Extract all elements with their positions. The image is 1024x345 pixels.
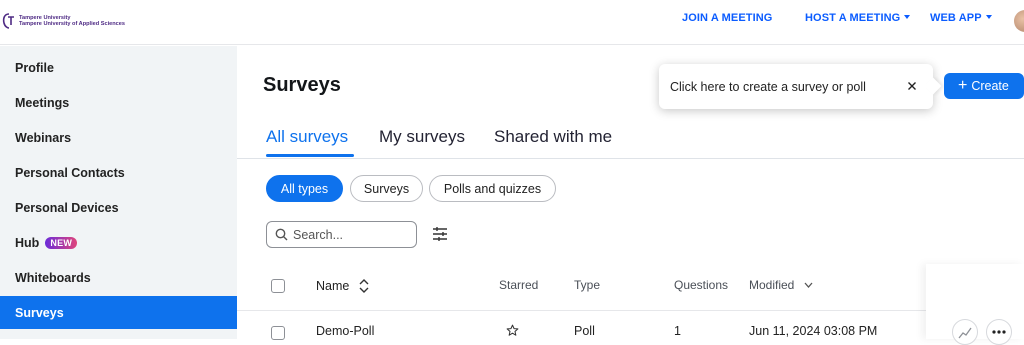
- tooltip-text: Click here to create a survey or poll: [670, 79, 866, 94]
- logo-line-2: Tampere University of Applied Sciences: [19, 21, 126, 27]
- view-results-button[interactable]: [952, 319, 978, 345]
- sidebar-item-profile[interactable]: Profile: [0, 51, 237, 84]
- survey-tabs: All surveys My surveys Shared with me: [237, 118, 1024, 159]
- select-all-checkbox[interactable]: [271, 279, 285, 293]
- sidebar-item-label: Whiteboards: [15, 270, 91, 285]
- sidebar-item-hub[interactable]: Hub NEW: [0, 226, 237, 259]
- column-starred-header[interactable]: Starred: [499, 278, 538, 292]
- university-logo[interactable]: Tampere University Tampere University of…: [2, 9, 125, 33]
- sidebar-item-personal-devices[interactable]: Personal Devices: [0, 191, 237, 224]
- web-app-label: WEB APP: [930, 12, 982, 24]
- sidebar-item-whiteboards[interactable]: Whiteboards: [0, 261, 237, 294]
- create-button[interactable]: + Create: [944, 73, 1024, 99]
- tampere-university-logo-icon: [2, 13, 14, 29]
- column-name-header[interactable]: Name: [316, 278, 369, 294]
- column-name-label: Name: [316, 279, 350, 293]
- search-input[interactable]: Search...: [266, 221, 417, 248]
- join-meeting-link[interactable]: JOIN A MEETING: [682, 12, 772, 24]
- create-label: Create: [971, 79, 1009, 93]
- more-options-button[interactable]: [986, 319, 1012, 345]
- sidebar-item-label: Profile: [15, 60, 54, 75]
- plus-icon: +: [958, 77, 968, 94]
- filter-all-types[interactable]: All types: [266, 175, 343, 202]
- tab-shared-with-me[interactable]: Shared with me: [494, 127, 612, 147]
- sidebar-item-surveys[interactable]: Surveys: [0, 296, 237, 329]
- analytics-chart-icon: [958, 327, 972, 339]
- tooltip-arrow: [924, 77, 942, 95]
- sidebar-item-label: Meetings: [15, 95, 70, 110]
- sidebar-item-label: Personal Contacts: [15, 165, 125, 180]
- column-modified-label: Modified: [749, 278, 795, 292]
- sidebar-item-personal-contacts[interactable]: Personal Contacts: [0, 156, 237, 189]
- column-modified-header[interactable]: Modified: [749, 278, 813, 292]
- sidebar-item-label: Personal Devices: [15, 200, 119, 215]
- filter-polls-quizzes[interactable]: Polls and quizzes: [429, 175, 556, 202]
- survey-name-link[interactable]: Demo-Poll: [316, 324, 374, 338]
- sidebar-item-webinars[interactable]: Webinars: [0, 121, 237, 154]
- star-outline-icon[interactable]: [506, 324, 519, 337]
- column-type-header[interactable]: Type: [574, 278, 600, 292]
- page-title: Surveys: [263, 74, 341, 96]
- chevron-down-icon: [904, 15, 911, 19]
- column-questions-header[interactable]: Questions: [674, 278, 728, 292]
- tab-my-surveys[interactable]: My surveys: [379, 127, 465, 147]
- survey-questions-count: 1: [674, 324, 681, 338]
- sort-icon: [359, 279, 369, 293]
- close-icon[interactable]: [905, 79, 919, 93]
- new-badge: NEW: [45, 236, 78, 249]
- sidebar-item-label: Webinars: [15, 130, 72, 145]
- sidebar-item-meetings[interactable]: Meetings: [0, 86, 237, 119]
- host-meeting-label: HOST A MEETING: [805, 12, 901, 24]
- search-placeholder: Search...: [293, 227, 344, 242]
- web-app-menu[interactable]: WEB APP: [930, 12, 992, 24]
- host-meeting-menu[interactable]: HOST A MEETING: [805, 12, 911, 24]
- sidebar-item-label: Hub: [15, 235, 40, 250]
- top-navigation-bar: Tampere University Tampere University of…: [0, 0, 1024, 45]
- survey-modified-date: Jun 11, 2024 03:08 PM: [749, 324, 878, 338]
- more-horizontal-icon: [992, 330, 1006, 334]
- create-survey-tooltip: Click here to create a survey or poll: [659, 64, 942, 109]
- survey-type: Poll: [574, 324, 595, 338]
- chevron-down-icon: [804, 282, 813, 288]
- filter-surveys[interactable]: Surveys: [350, 175, 423, 202]
- table-header-divider: [237, 310, 1024, 311]
- avatar[interactable]: [1014, 10, 1024, 32]
- row-checkbox[interactable]: [271, 326, 285, 340]
- chevron-down-icon: [985, 15, 992, 19]
- filter-sliders-icon[interactable]: [432, 226, 448, 242]
- active-tab-indicator: [266, 154, 354, 157]
- search-icon: [275, 228, 288, 241]
- sidebar: Profile Meetings Webinars Personal Conta…: [0, 46, 237, 339]
- tab-all-surveys[interactable]: All surveys: [266, 127, 348, 147]
- sidebar-item-label: Surveys: [15, 305, 64, 320]
